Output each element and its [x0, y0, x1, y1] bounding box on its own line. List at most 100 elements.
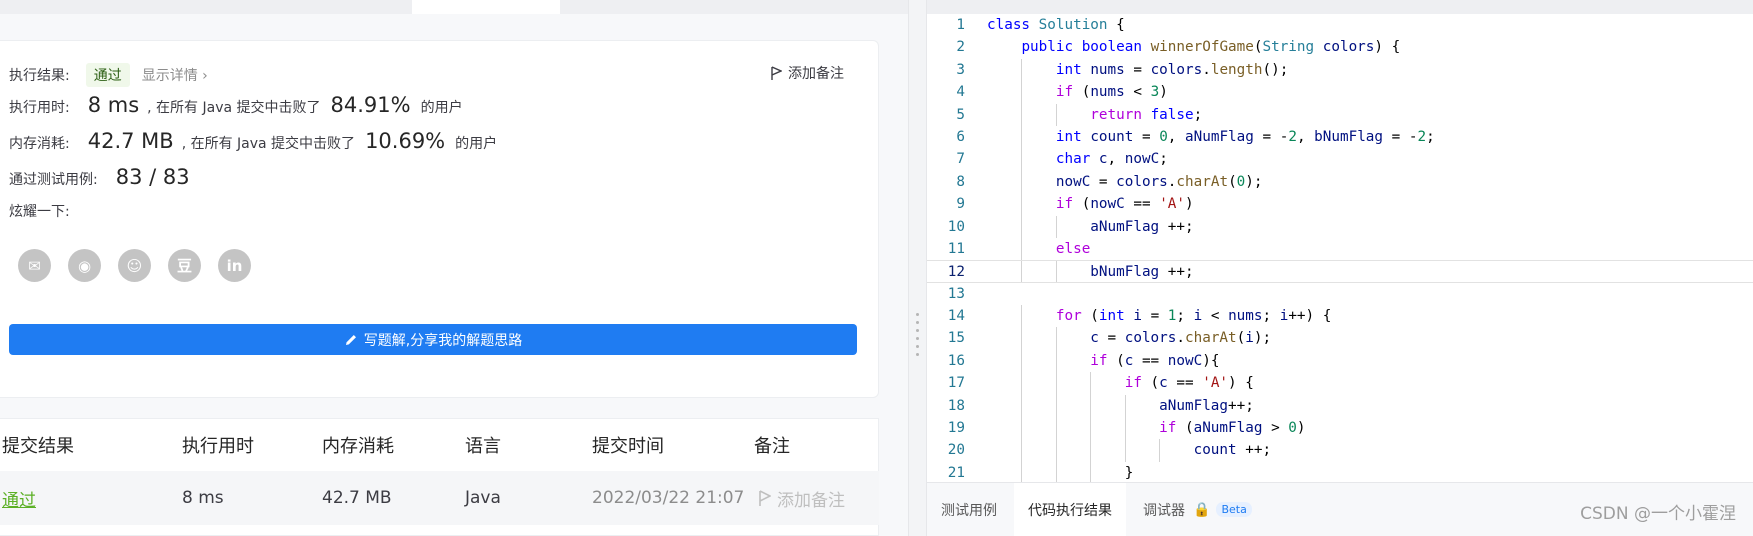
status-label: 执行结果: — [9, 68, 70, 84]
code-text: } — [987, 464, 1134, 481]
editor-top-bar — [927, 0, 1753, 14]
code-line[interactable]: 9 if (nowC == 'A') — [927, 193, 1753, 216]
code-text: class Solution { — [987, 17, 1125, 33]
memory-percentile: 10.69% — [365, 129, 446, 153]
code-text: count ++; — [1193, 442, 1272, 459]
line-number: 17 — [947, 375, 965, 392]
code-line[interactable]: 16 if (c == nowC){ — [927, 349, 1753, 373]
row-add-note-button[interactable]: 添加备注 — [758, 471, 845, 525]
col-runtime: 执行用时 — [182, 436, 254, 457]
code-line[interactable]: 17 if (c == 'A') { — [927, 372, 1753, 395]
tests-row: 通过测试用例: 83 / 83 — [9, 165, 198, 189]
code-text: int count = 0, aNumFlag = -2, bNumFlag =… — [1055, 128, 1435, 145]
line-number: 10 — [947, 218, 965, 235]
col-memory: 内存消耗 — [322, 436, 394, 457]
code-line[interactable]: 12 bNumFlag ++; — [927, 260, 1753, 283]
code-line[interactable]: 10 aNumFlag ++; — [927, 215, 1753, 238]
code-text: aNumFlag++; — [1159, 397, 1254, 414]
code-line[interactable]: 5 return false; — [927, 103, 1753, 126]
code-editor[interactable]: 1 class Solution { 2 public boolean winner… — [927, 0, 1753, 485]
pencil-icon — [345, 334, 356, 345]
col-note: 备注 — [754, 436, 790, 457]
line-number: 11 — [947, 240, 965, 257]
code-area[interactable]: 1 class Solution { 2 public boolean winner… — [927, 14, 1753, 485]
row-submit-time: 2022/03/22 21:07 — [592, 488, 745, 508]
line-number: 18 — [947, 397, 965, 414]
weibo-icon[interactable]: ◉ — [68, 249, 101, 282]
write-solution-button[interactable]: 写题解,分享我的解题思路 — [9, 324, 857, 355]
col-submit-time: 提交时间 — [592, 436, 664, 457]
submission-table-header: 提交结果 执行用时 内存消耗 语言 提交时间 备注 — [0, 419, 879, 471]
code-line[interactable]: 20 count ++; — [927, 439, 1753, 462]
tests-label: 通过测试用例: — [9, 172, 98, 188]
code-text: bNumFlag ++; — [1090, 264, 1194, 281]
code-text: nowC = colors.charAt(0); — [1055, 173, 1263, 190]
lock-icon: 🔒 — [1193, 501, 1211, 518]
code-line[interactable]: 3 int nums = colors.length(); — [927, 58, 1753, 82]
add-note-button[interactable]: 添加备注 — [770, 63, 844, 83]
code-text: c = colors.charAt(i); — [1090, 330, 1272, 347]
result-panel: 执行结果: 通过 显示详情 › 添加备注 执行用时: 8 ms , 在所有 Ja… — [0, 0, 908, 536]
line-number: 15 — [947, 330, 965, 347]
line-number: 13 — [947, 285, 965, 302]
tab-run-result[interactable]: 代码执行结果 — [1014, 483, 1126, 536]
tab-test-cases[interactable]: 测试用例 — [941, 483, 997, 536]
watermark: CSDN @一个小霍涅 — [1580, 504, 1736, 524]
code-line[interactable]: 11 else — [927, 237, 1753, 261]
tab-strip — [0, 0, 908, 14]
code-text: if (nowC == 'A') — [1055, 196, 1194, 213]
qq-icon[interactable]: ☺ — [118, 249, 151, 282]
code-line[interactable]: 4 if (nums < 3) — [927, 81, 1753, 104]
col-result: 提交结果 — [2, 436, 74, 457]
code-text: char c, nowC; — [1055, 151, 1168, 168]
code-text: if (aNumFlag > 0) — [1159, 420, 1306, 437]
tests-value: 83 / 83 — [115, 165, 190, 189]
line-number: 8 — [956, 173, 965, 190]
row-add-note-label: 添加备注 — [777, 490, 845, 511]
pane-splitter[interactable] — [908, 0, 927, 536]
submission-table: 提交结果 执行用时 内存消耗 语言 提交时间 备注 通过 8 ms 42.7 M… — [0, 418, 879, 536]
runtime-value: 8 ms — [87, 93, 140, 117]
flag-icon — [759, 489, 771, 506]
show-details-link[interactable]: 显示详情 › — [142, 65, 208, 85]
write-solution-label: 写题解,分享我的解题思路 — [363, 332, 523, 349]
line-number: 4 — [956, 84, 965, 101]
code-text: if (c == nowC){ — [1090, 352, 1220, 369]
code-line[interactable]: 2 public boolean winnerOfGame(String col… — [927, 36, 1753, 58]
add-note-label: 添加备注 — [788, 66, 844, 82]
table-row[interactable]: 通过 8 ms 42.7 MB Java 2022/03/22 21:07 添加… — [0, 471, 879, 525]
memory-value: 42.7 MB — [87, 129, 174, 153]
row-memory: 42.7 MB — [322, 488, 392, 508]
code-line[interactable]: 19 if (aNumFlag > 0) — [927, 417, 1753, 440]
line-number: 1 — [956, 17, 965, 33]
tab-debugger[interactable]: 调试器 🔒 Beta — [1143, 483, 1252, 536]
code-line[interactable]: 7 char c, nowC; — [927, 148, 1753, 171]
drag-handle-icon — [916, 313, 919, 356]
runtime-percentile: 84.91% — [330, 93, 411, 117]
memory-label: 内存消耗: — [9, 136, 70, 152]
douban-icon[interactable]: 豆 — [168, 249, 201, 282]
code-text: public boolean winnerOfGame(String color… — [1021, 39, 1401, 56]
line-number: 20 — [947, 442, 965, 459]
code-line[interactable]: 15 c = colors.charAt(i); — [927, 327, 1753, 350]
code-line[interactable]: 14 for (int i = 1; i < nums; i++) { — [927, 305, 1753, 328]
code-text: else — [1055, 240, 1091, 257]
wechat-icon[interactable]: ✉ — [18, 249, 51, 282]
runtime-users-suffix: 的用户 — [420, 100, 463, 116]
tab-submission-active[interactable] — [412, 0, 560, 14]
status-badge: 通过 — [85, 63, 130, 87]
code-line[interactable]: 21 } — [927, 461, 1753, 485]
code-line[interactable]: 1 class Solution { — [927, 14, 1753, 36]
linkedin-icon[interactable]: in — [218, 249, 251, 282]
code-line[interactable]: 6 int count = 0, aNumFlag = -2, bNumFlag… — [927, 125, 1753, 149]
code-line[interactable]: 8 nowC = colors.charAt(0); — [927, 170, 1753, 194]
flag-icon — [771, 65, 782, 80]
code-line[interactable]: 13 — [927, 283, 1753, 305]
code-line[interactable]: 18 aNumFlag++; — [927, 394, 1753, 418]
row-result-link[interactable]: 通过 — [2, 471, 36, 525]
code-text: return false; — [1090, 106, 1203, 123]
line-number: 3 — [956, 61, 965, 78]
row-language: Java — [465, 488, 501, 508]
line-number: 21 — [947, 464, 965, 481]
memory-text: , 在所有 Java 提交中击败了 — [181, 136, 356, 152]
